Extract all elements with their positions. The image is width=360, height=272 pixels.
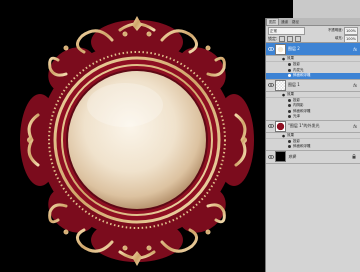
visibility-eye-icon[interactable] (268, 46, 274, 52)
fx-icon[interactable]: fx (353, 47, 357, 52)
layer-row[interactable]: "图层 1"的外发光 fx (266, 119, 360, 133)
layer-thumbnail (275, 79, 286, 91)
lock-transparency-icon[interactable] (279, 35, 286, 42)
visibility-eye-icon[interactable] (288, 74, 291, 78)
visibility-eye-icon[interactable] (288, 68, 291, 72)
lock-controls: 锁定: 填充: 100% (266, 34, 360, 43)
visibility-eye-icon[interactable] (288, 139, 291, 143)
effect-label: 内发光 (293, 67, 304, 72)
effect-label: 内阴影 (293, 103, 304, 108)
opacity-label: 不透明度: (327, 28, 343, 32)
lock-pixels-icon[interactable] (287, 35, 294, 42)
effects-label: 效果 (287, 91, 294, 96)
fill-field[interactable]: 100% (344, 34, 358, 43)
effects-label: 效果 (287, 56, 294, 60)
visibility-eye-icon[interactable]: ● (282, 134, 285, 138)
visibility-eye-icon[interactable] (268, 154, 274, 160)
effect-label: 斜面和浮雕 (293, 144, 311, 149)
layer-row[interactable]: 图层 1 fx (266, 78, 360, 92)
ornate-frame-artwork (20, 16, 254, 266)
fill-label: 填充: (334, 36, 343, 40)
opacity-field[interactable]: 100% (344, 26, 358, 35)
effect-label: 投影 (293, 62, 300, 67)
lock-icon (352, 153, 356, 160)
document-canvas[interactable] (0, 0, 265, 272)
visibility-eye-icon[interactable] (288, 98, 291, 102)
fx-icon[interactable]: fx (353, 124, 357, 129)
layer-row[interactable]: 图层 2 fx (266, 43, 360, 56)
layer-name[interactable]: 背景 (288, 154, 296, 160)
lock-label: 锁定: (268, 35, 278, 41)
layer-thumbnail (275, 151, 286, 162)
visibility-eye-icon[interactable]: ● (282, 57, 285, 61)
layer-thumbnail (275, 43, 286, 55)
visibility-eye-icon[interactable] (268, 82, 274, 88)
visibility-eye-icon[interactable] (288, 63, 291, 67)
layer-row[interactable]: 背景 (266, 149, 360, 164)
effect-label: 光泽 (293, 114, 300, 119)
tab-paths[interactable]: 路径 (290, 19, 301, 25)
layer-name[interactable]: "图层 1"的外发光 (288, 123, 320, 129)
fx-icon[interactable]: fx (353, 83, 357, 88)
layer-name[interactable]: 图层 1 (288, 82, 300, 88)
visibility-eye-icon[interactable] (288, 109, 291, 113)
layer-name[interactable]: 图层 2 (288, 46, 300, 52)
visibility-eye-icon[interactable] (288, 104, 291, 108)
layers-panel: 图层 通道 路径 正常 不透明度: 100% 锁定: 填充: 100% 图层 2… (265, 18, 360, 272)
tab-channels[interactable]: 通道 (279, 19, 290, 25)
tab-layers[interactable]: 图层 (266, 18, 279, 25)
workspace-background (293, 0, 360, 18)
effect-label: 斜面和浮雕 (293, 73, 311, 78)
effects-label: 效果 (287, 132, 294, 137)
visibility-eye-icon[interactable]: ● (282, 93, 285, 97)
effect-label: 投影 (293, 97, 300, 102)
blend-mode-select[interactable]: 正常 (268, 26, 305, 35)
effect-label: 斜面和浮雕 (293, 108, 311, 113)
panel-tab-bar: 图层 通道 路径 (266, 18, 360, 26)
visibility-eye-icon[interactable] (288, 115, 291, 119)
effect-label: 投影 (293, 138, 300, 143)
lock-position-icon[interactable] (295, 35, 302, 42)
layer-thumbnail (275, 120, 286, 132)
visibility-eye-icon[interactable] (288, 145, 291, 149)
visibility-eye-icon[interactable] (268, 123, 274, 129)
